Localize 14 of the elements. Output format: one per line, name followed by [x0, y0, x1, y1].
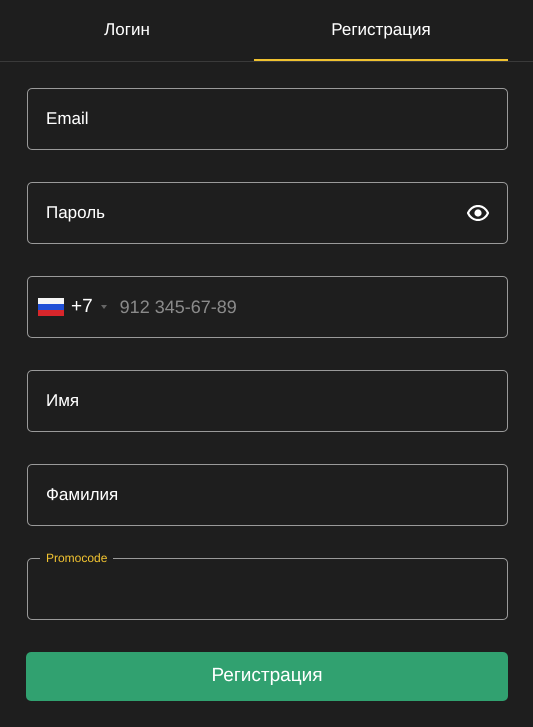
eye-icon[interactable] — [467, 205, 489, 221]
field-label: Promocode — [45, 550, 108, 566]
input-field[interactable]: Пароль — [27, 182, 508, 244]
flag-icon — [38, 298, 64, 316]
tab[interactable]: Логин — [0, 0, 254, 61]
country-code[interactable]: +7 — [71, 292, 93, 322]
input-field[interactable]: Фамилия — [27, 464, 508, 526]
input-field[interactable]: Promocode — [27, 550, 508, 620]
caret-icon[interactable] — [100, 305, 107, 309]
placeholder-text: 912 345-67-89 — [120, 296, 237, 318]
tab[interactable]: Регистрация — [254, 0, 508, 61]
input-field[interactable]: Email — [27, 88, 508, 150]
phone-field[interactable]: +7 912 345-67-89 — [27, 276, 508, 338]
input-field[interactable]: Имя — [27, 370, 508, 432]
